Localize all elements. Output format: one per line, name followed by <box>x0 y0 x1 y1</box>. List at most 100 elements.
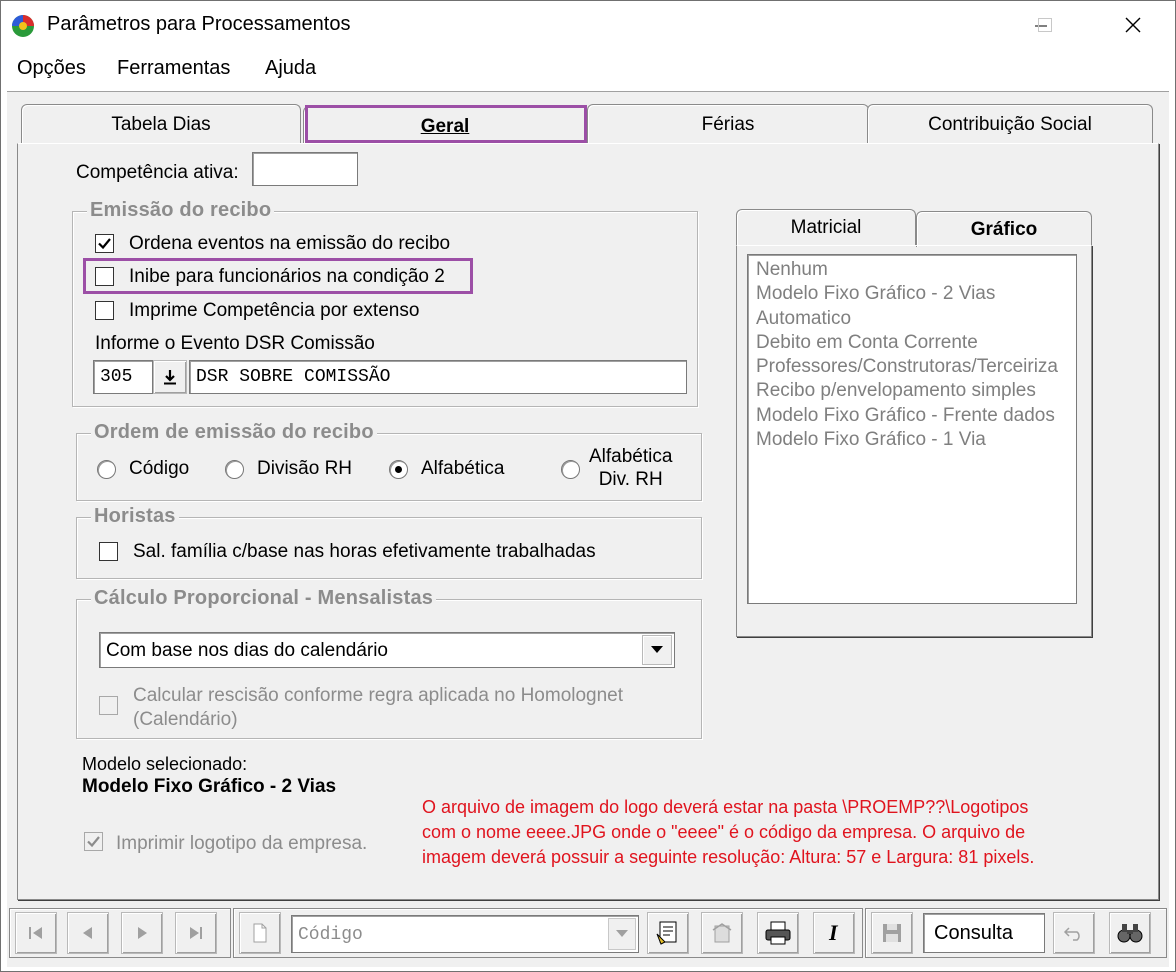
chevron-down-icon <box>651 646 663 653</box>
menu-bar: Opções Ferramentas Ajuda <box>1 51 1175 87</box>
subtab-grafico[interactable]: Gráfico <box>916 211 1092 247</box>
save-button[interactable] <box>871 912 913 954</box>
radio-alfabetica[interactable] <box>389 460 408 479</box>
checkmark-icon <box>98 238 111 250</box>
dsr-label: Informe o Evento DSR Comissão <box>95 333 375 354</box>
new-document-button[interactable] <box>239 912 281 954</box>
bottom-toolbar: Código I Consulta <box>7 904 1169 962</box>
info-button[interactable]: I <box>813 912 855 954</box>
undo-icon <box>1063 927 1080 941</box>
inibe-label: Inibe para funcionários na condição 2 <box>129 266 445 287</box>
horistas-group: Horistas Sal. família c/base nas horas e… <box>76 505 702 579</box>
close-button[interactable] <box>1113 9 1153 41</box>
radio-divisao-rh[interactable] <box>225 460 244 479</box>
list-item[interactable]: Nenhum <box>756 259 828 281</box>
rescisao-line1: Calcular rescisão conforme regra aplicad… <box>133 685 624 706</box>
rescisao-checkbox[interactable] <box>99 696 118 715</box>
dsr-desc-field: DSR SOBRE COMISSÃO <box>189 360 687 394</box>
mode-value: Consulta <box>934 922 1013 944</box>
printer-icon <box>765 921 791 945</box>
imprime-label: Imprime Competência por extenso <box>129 300 420 321</box>
app-logo-icon <box>12 15 34 37</box>
search-combo[interactable]: Código <box>291 915 639 953</box>
radio-divisao-rh-label: Divisão RH <box>257 458 353 479</box>
mode-display: Consulta <box>923 913 1045 953</box>
close-icon <box>1125 17 1141 33</box>
logotipo-label: Imprimir logotipo da empresa. <box>116 833 368 854</box>
note-line2: com o nome eeee.JPG onde o "eeee" é o có… <box>422 822 1026 842</box>
report-button[interactable] <box>647 912 689 954</box>
competencia-input[interactable] <box>252 152 358 186</box>
menu-ferramentas[interactable]: Ferramentas <box>117 57 230 80</box>
calculo-select[interactable]: Com base nos dias do calendário <box>99 632 675 668</box>
list-item[interactable]: Professores/Construtoras/Terceiriza <box>756 356 1058 378</box>
horistas-group-title: Horistas <box>91 505 179 528</box>
subtab-matricial[interactable]: Matricial <box>736 209 916 245</box>
prev-record-button[interactable] <box>67 912 109 954</box>
chevron-down-icon <box>616 930 628 937</box>
emissao-group-title: Emissão do recibo <box>87 199 275 222</box>
last-record-button[interactable] <box>175 912 217 954</box>
binoculars-icon <box>1117 924 1143 943</box>
first-icon <box>29 927 42 939</box>
maximize-button[interactable] <box>1025 9 1065 41</box>
search-button[interactable] <box>1109 912 1151 954</box>
menu-opcoes[interactable]: Opções <box>17 57 86 80</box>
next-icon <box>138 927 147 939</box>
list-item[interactable]: Recibo p/envelopamento simples <box>756 380 1036 402</box>
svg-text:I: I <box>828 922 839 944</box>
next-record-button[interactable] <box>121 912 163 954</box>
sal-familia-checkbox[interactable] <box>99 542 118 561</box>
inibe-checkbox[interactable] <box>95 267 114 286</box>
last-icon <box>190 927 202 939</box>
dsr-code-input[interactable]: 305 <box>93 360 153 394</box>
emissao-group: Emissão do recibo Ordena eventos na emis… <box>72 199 698 407</box>
print-button[interactable] <box>757 912 799 954</box>
menu-ajuda[interactable]: Ajuda <box>265 57 316 80</box>
imprime-checkbox[interactable] <box>95 301 114 320</box>
title-bar: Parâmetros para Processamentos <box>1 1 1175 51</box>
model-list[interactable]: Nenhum Modelo Fixo Gráfico - 2 Vias Auto… <box>747 254 1077 604</box>
radio-codigo[interactable] <box>97 460 116 479</box>
checkmark-icon <box>87 836 100 848</box>
export-button[interactable] <box>701 912 743 954</box>
export-icon <box>712 923 732 943</box>
tab-tabela-dias[interactable]: Tabela Dias <box>21 104 301 144</box>
undo-button[interactable] <box>1053 912 1095 954</box>
modelo-value: Modelo Fixo Gráfico - 2 Vias <box>82 776 337 797</box>
rescisao-label: Calcular rescisão conforme regra aplicad… <box>133 684 623 732</box>
tab-panel-geral: Competência ativa: Emissão do recibo Ord… <box>17 143 1159 900</box>
calculo-dropdown-button[interactable] <box>642 635 672 665</box>
radio-alfabetica-div-rh[interactable] <box>561 460 580 479</box>
list-item[interactable]: Modelo Fixo Gráfico - 2 Vias <box>756 283 995 305</box>
option4-line2: Div. RH <box>598 469 663 490</box>
search-combo-dropdown[interactable] <box>608 918 636 950</box>
note-line3: imagem deverá possuir a seguinte resoluç… <box>422 847 1035 867</box>
window: Parâmetros para Processamentos Opções Fe… <box>0 0 1176 972</box>
ordem-group-title: Ordem de emissão do recibo <box>91 421 377 444</box>
tab-ferias[interactable]: Férias <box>587 104 869 144</box>
report-icon <box>656 921 677 945</box>
radio-codigo-label: Código <box>129 458 190 479</box>
ordena-checkbox[interactable] <box>95 234 114 253</box>
modelo-label: Modelo selecionado: <box>82 754 248 774</box>
tab-contribuicao-social[interactable]: Contribuição Social <box>867 104 1153 144</box>
ordena-label: Ordena eventos na emissão do recibo <box>129 233 451 254</box>
subtab-panel: Nenhum Modelo Fixo Gráfico - 2 Vias Auto… <box>736 245 1092 637</box>
calculo-group: Cálculo Proporcional - Mensalistas Com b… <box>76 587 702 739</box>
window-title: Parâmetros para Processamentos <box>47 13 351 35</box>
dsr-lookup-button[interactable] <box>153 360 187 394</box>
first-record-button[interactable] <box>15 912 57 954</box>
document-icon <box>253 923 267 943</box>
list-item[interactable]: Modelo Fixo Gráfico - 1 Via <box>756 429 986 451</box>
option4-line1: Alfabética <box>589 446 673 467</box>
list-item[interactable]: Modelo Fixo Gráfico - Frente dados <box>756 405 1055 427</box>
competencia-label: Competência ativa: <box>76 162 239 183</box>
rescisao-line2: (Calendário) <box>133 709 238 730</box>
list-item[interactable]: Automatico <box>756 308 851 330</box>
note-line1: O arquivo de imagem do logo deverá estar… <box>422 797 1029 817</box>
logotipo-checkbox[interactable] <box>84 832 103 851</box>
tab-geral[interactable]: Geral <box>303 106 587 146</box>
list-item[interactable]: Debito em Conta Corrente <box>756 332 978 354</box>
radio-alfabetica-div-rh-label: Alfabética Div. RH <box>589 445 672 491</box>
